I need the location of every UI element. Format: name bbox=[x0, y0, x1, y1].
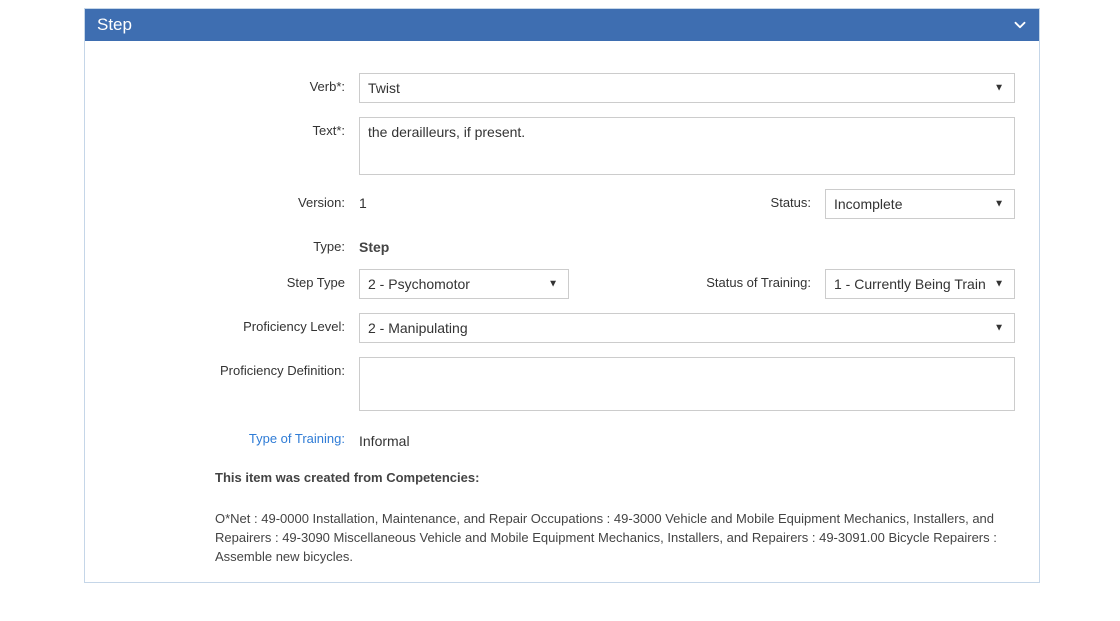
type-of-training-value: Informal bbox=[359, 425, 410, 449]
status-training-value: 1 - Currently Being Trained bbox=[834, 276, 986, 292]
proficiency-level-value: 2 - Manipulating bbox=[368, 320, 468, 336]
type-value: Step bbox=[359, 233, 389, 255]
dropdown-icon: ▼ bbox=[994, 279, 1004, 290]
status-training-select[interactable]: 1 - Currently Being Trained ▼ bbox=[825, 269, 1015, 299]
version-value: 1 bbox=[359, 189, 367, 219]
status-select[interactable]: Incomplete ▼ bbox=[825, 189, 1015, 219]
label-status-training: Status of Training: bbox=[655, 269, 825, 299]
dropdown-icon: ▼ bbox=[548, 279, 558, 290]
dropdown-icon: ▼ bbox=[994, 199, 1004, 210]
status-value: Incomplete bbox=[834, 196, 902, 212]
label-step-type: Step Type bbox=[109, 269, 359, 290]
panel-body: Verb*: Twist ▼ Text*: the derailleurs, i… bbox=[85, 41, 1039, 582]
dropdown-icon: ▼ bbox=[994, 83, 1004, 94]
label-verb: Verb*: bbox=[109, 73, 359, 94]
label-status: Status: bbox=[685, 189, 825, 219]
proficiency-definition-textarea[interactable] bbox=[359, 357, 1015, 411]
label-version: Version: bbox=[109, 189, 359, 210]
label-type: Type: bbox=[109, 233, 359, 254]
proficiency-level-select[interactable]: 2 - Manipulating ▼ bbox=[359, 313, 1015, 343]
verb-select[interactable]: Twist ▼ bbox=[359, 73, 1015, 103]
notes-heading: This item was created from Competencies: bbox=[215, 469, 1015, 488]
notes-body: O*Net : 49-0000 Installation, Maintenanc… bbox=[215, 510, 1015, 567]
text-value: the derailleurs, if present. bbox=[368, 124, 525, 140]
step-panel: Step Verb*: Twist ▼ Text*: bbox=[84, 8, 1040, 583]
text-textarea[interactable]: the derailleurs, if present. bbox=[359, 117, 1015, 175]
label-type-of-training[interactable]: Type of Training: bbox=[109, 425, 359, 446]
panel-header[interactable]: Step bbox=[85, 9, 1039, 41]
label-text: Text*: bbox=[109, 117, 359, 138]
verb-value: Twist bbox=[368, 80, 400, 96]
panel-title: Step bbox=[97, 15, 132, 35]
step-type-value: 2 - Psychomotor bbox=[368, 276, 470, 292]
step-type-select[interactable]: 2 - Psychomotor ▼ bbox=[359, 269, 569, 299]
dropdown-icon: ▼ bbox=[994, 323, 1004, 334]
label-proficiency-level: Proficiency Level: bbox=[109, 313, 359, 334]
competency-notes: This item was created from Competencies:… bbox=[109, 463, 1015, 566]
label-proficiency-definition: Proficiency Definition: bbox=[109, 357, 359, 378]
chevron-down-icon bbox=[1011, 16, 1029, 34]
